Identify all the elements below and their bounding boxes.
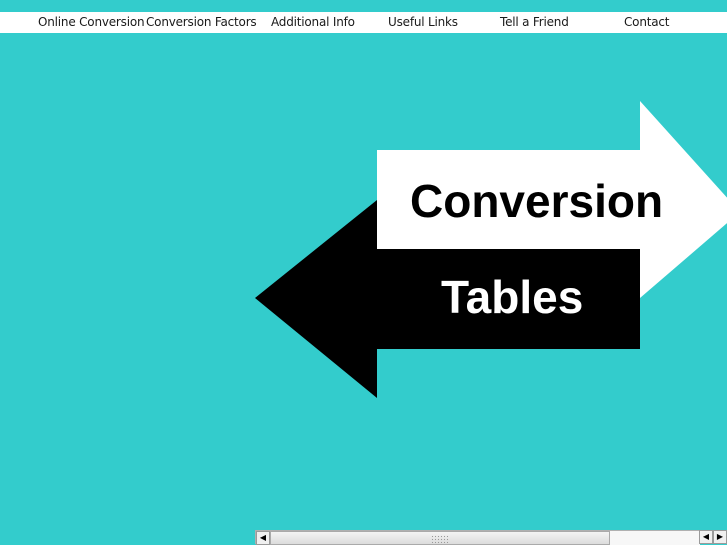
scrollbar-thumb[interactable] xyxy=(270,531,610,545)
left-arrow-icon: ◀ xyxy=(702,532,710,541)
banner-title-conversion: Conversion xyxy=(410,175,664,227)
scroll-left-button[interactable]: ◀ xyxy=(256,531,270,545)
scrollbar-track[interactable]: ◀ xyxy=(255,530,705,545)
scroll-right-button[interactable]: ▶ xyxy=(713,530,727,544)
left-arrow-icon: ◀ xyxy=(259,533,267,542)
grip-icon xyxy=(431,535,449,543)
scrollbar-empty-area[interactable] xyxy=(610,531,700,545)
banner-title-tables: Tables xyxy=(441,271,584,323)
right-arrow-icon: ▶ xyxy=(716,532,724,541)
banner-graphic xyxy=(255,101,727,398)
conversion-tables-banner: Conversion Tables xyxy=(0,0,727,545)
horizontal-scrollbar[interactable]: ◀ ◀ ▶ xyxy=(255,530,727,545)
scroll-left-step-button[interactable]: ◀ xyxy=(699,530,713,544)
